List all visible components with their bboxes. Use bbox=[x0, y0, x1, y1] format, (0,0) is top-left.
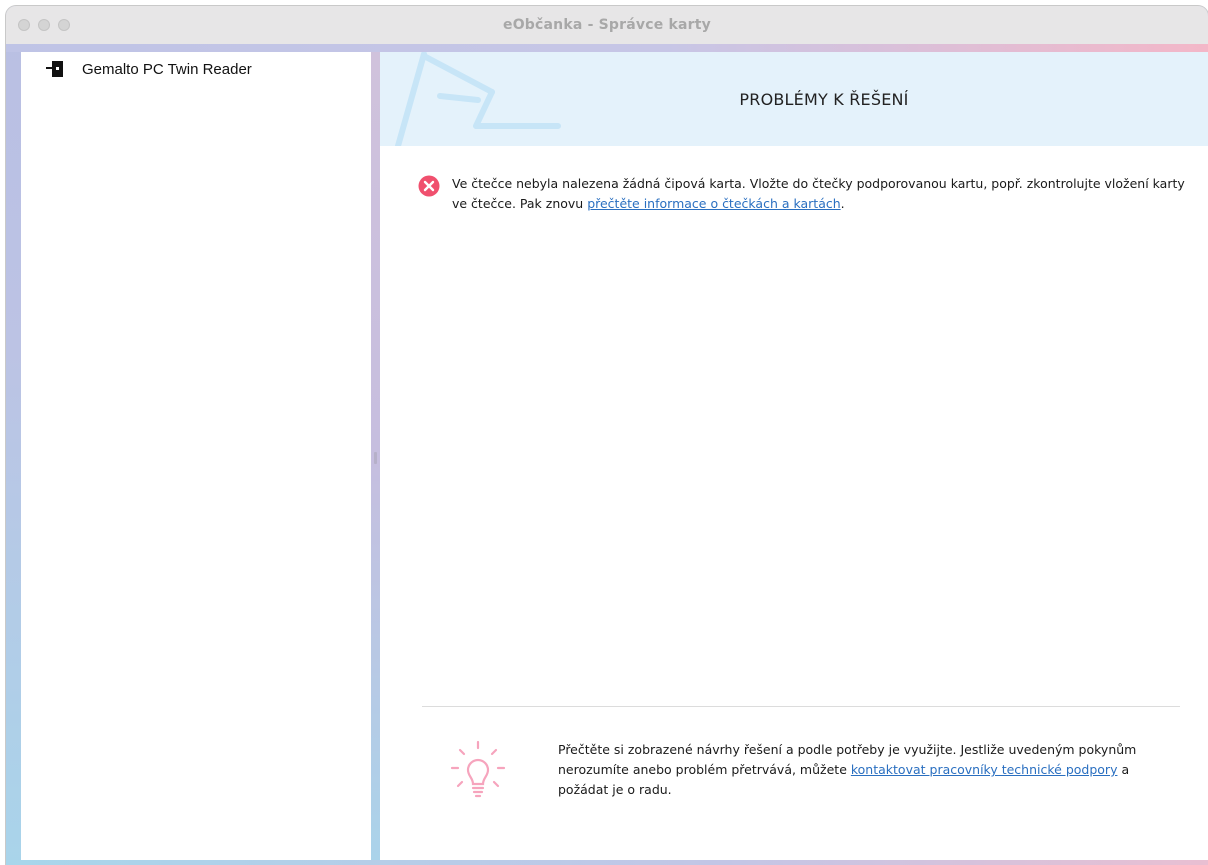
tip-text: Přečtěte si zobrazené návrhy řešení a po… bbox=[558, 740, 1170, 800]
error-message: Ve čtečce nebyla nalezena žádná čipová k… bbox=[418, 174, 1188, 214]
card-reader-icon bbox=[46, 61, 63, 77]
zoom-window-button[interactable] bbox=[58, 19, 70, 31]
splitter-grip[interactable] bbox=[374, 452, 377, 464]
accent-line bbox=[6, 44, 1208, 52]
divider bbox=[422, 706, 1180, 707]
sidebar-item-gemalto-reader[interactable]: Gemalto PC Twin Reader bbox=[46, 60, 252, 78]
problems-header: PROBLÉMY K ŘEŠENÍ bbox=[380, 52, 1208, 146]
window-title: eObčanka - Správce karty bbox=[503, 17, 711, 33]
pane-splitter[interactable] bbox=[371, 52, 380, 860]
support-contact-link[interactable]: kontaktovat pracovníky technické podpory bbox=[851, 762, 1118, 777]
error-icon bbox=[418, 175, 440, 197]
reader-sidebar: Gemalto PC Twin Reader bbox=[21, 52, 371, 860]
app-window: eObčanka - Správce karty Gemalto PC Twin… bbox=[6, 6, 1208, 865]
sidebar-item-label: Gemalto PC Twin Reader bbox=[82, 60, 252, 78]
error-text-part2: . bbox=[840, 196, 845, 211]
lightbulb-icon bbox=[450, 740, 506, 798]
close-window-button[interactable] bbox=[18, 19, 30, 31]
reader-info-link[interactable]: přečtěte informace o čtečkách a kartách bbox=[587, 196, 840, 211]
minimize-window-button[interactable] bbox=[38, 19, 50, 31]
error-text: Ve čtečce nebyla nalezena žádná čipová k… bbox=[452, 174, 1188, 214]
bottom-band bbox=[6, 860, 1208, 865]
title-bar[interactable]: eObčanka - Správce karty bbox=[6, 6, 1208, 45]
main-panel: PROBLÉMY K ŘEŠENÍ Ve čtečce nebyla nalez… bbox=[380, 52, 1208, 860]
window-controls bbox=[18, 19, 70, 31]
page-title: PROBLÉMY K ŘEŠENÍ bbox=[739, 90, 909, 109]
